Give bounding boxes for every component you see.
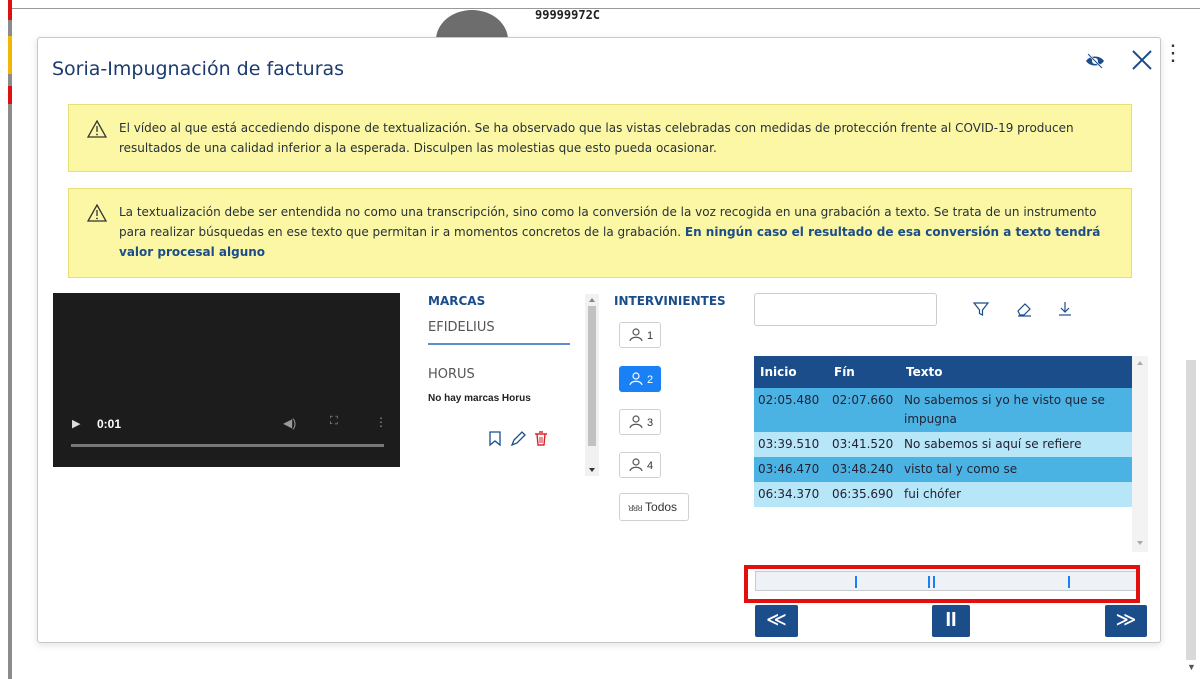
all-speakers-label: Todos bbox=[645, 500, 678, 514]
user-code: 99999972C bbox=[535, 8, 601, 22]
speaker-number: 4 bbox=[647, 460, 654, 472]
marcas-heading: MARCAS bbox=[428, 294, 486, 308]
hide-eye-icon[interactable] bbox=[1084, 50, 1106, 72]
person-icon bbox=[629, 415, 643, 429]
previous-button[interactable]: ≪ bbox=[755, 605, 798, 637]
table-row[interactable]: 02:05.480 02:07.660 No sabemos si yo he … bbox=[754, 388, 1132, 432]
search-input[interactable] bbox=[754, 293, 937, 326]
scroll-down-icon[interactable]: ▼ bbox=[1187, 662, 1196, 672]
download-icon[interactable] bbox=[1056, 300, 1074, 318]
person-icon bbox=[629, 372, 643, 386]
video-time: 0:01 bbox=[97, 417, 122, 431]
cell-end: 06:35.690 bbox=[828, 482, 900, 507]
page-scrollbar[interactable] bbox=[1186, 360, 1196, 660]
cell-text: fui chófer bbox=[900, 482, 1132, 507]
person-icon bbox=[629, 328, 643, 342]
column-header-end: Fín bbox=[834, 365, 855, 379]
background-red-marker-2 bbox=[8, 86, 12, 104]
next-button[interactable]: ≫ bbox=[1105, 605, 1147, 637]
filter-icon[interactable] bbox=[972, 300, 990, 318]
cell-end: 02:07.660 bbox=[828, 388, 900, 432]
table-row[interactable]: 03:39.510 03:41.520 No sabemos si aquí s… bbox=[754, 432, 1132, 457]
background-divider bbox=[12, 8, 1200, 9]
intervinientes-heading: INTERVINIENTES bbox=[614, 294, 726, 308]
speaker-number: 3 bbox=[647, 417, 654, 429]
modal-title: Soria-Impugnación de facturas bbox=[52, 58, 345, 80]
table-header-row: Inicio Fín Texto bbox=[754, 356, 1132, 388]
group-icon: ꓤꓤꓤ bbox=[628, 504, 643, 513]
horus-heading: HORUS bbox=[428, 367, 475, 382]
cell-end: 03:41.520 bbox=[828, 432, 900, 457]
speaker-4-button[interactable]: 4 bbox=[619, 452, 661, 478]
covid-warning-alert: El vídeo al que está accediendo dispone … bbox=[68, 104, 1132, 172]
tab-efidelius-underline bbox=[428, 343, 570, 345]
marcas-scrollbar[interactable] bbox=[585, 294, 599, 476]
cell-text: No sabemos si aquí se refiere bbox=[900, 432, 1132, 457]
transcript-table: Inicio Fín Texto 02:05.480 02:07.660 No … bbox=[754, 356, 1132, 507]
no-marks-text: No hay marcas Horus bbox=[428, 393, 531, 404]
table-row[interactable]: 03:46.470 03:48.240 visto tal y como se bbox=[754, 457, 1132, 482]
table-row[interactable]: 06:34.370 06:35.690 fui chófer bbox=[754, 482, 1132, 507]
covid-warning-text: El vídeo al que está accediendo dispone … bbox=[119, 121, 1074, 155]
cell-start: 03:46.470 bbox=[754, 457, 828, 482]
cell-text: visto tal y como se bbox=[900, 457, 1132, 482]
kebab-menu-icon[interactable]: ⋮ bbox=[1162, 42, 1184, 64]
volume-icon[interactable]: ◀) bbox=[283, 416, 296, 430]
video-player[interactable]: ▶ 0:01 ◀) ⛶ ⋮ bbox=[53, 293, 400, 467]
cell-start: 06:34.370 bbox=[754, 482, 828, 507]
edit-pencil-icon[interactable] bbox=[510, 431, 526, 447]
fullscreen-icon[interactable]: ⛶ bbox=[330, 415, 338, 428]
speaker-1-button[interactable]: 1 bbox=[619, 322, 661, 348]
person-icon bbox=[629, 458, 643, 472]
column-header-text: Texto bbox=[906, 365, 943, 379]
eraser-icon[interactable] bbox=[1015, 300, 1033, 318]
more-options-icon[interactable]: ⋮ bbox=[375, 415, 387, 429]
speaker-2-button[interactable]: 2 bbox=[619, 366, 661, 392]
delete-trash-icon[interactable] bbox=[535, 431, 547, 446]
warning-icon bbox=[87, 204, 107, 222]
background-red-marker bbox=[8, 0, 12, 20]
background-yellow-marker bbox=[8, 36, 12, 74]
video-progress-bar[interactable] bbox=[71, 444, 384, 447]
column-header-start: Inicio bbox=[760, 365, 797, 379]
speaker-number: 1 bbox=[647, 330, 654, 342]
transcript-modal: Soria-Impugnación de facturas El vídeo a… bbox=[37, 37, 1161, 643]
all-speakers-button[interactable]: ꓤꓤꓤ Todos bbox=[619, 493, 689, 521]
close-icon[interactable] bbox=[1128, 46, 1156, 74]
mark-actions bbox=[489, 431, 547, 447]
cell-start: 03:39.510 bbox=[754, 432, 828, 457]
play-icon[interactable]: ▶ bbox=[72, 417, 80, 430]
speaker-number: 2 bbox=[647, 374, 654, 386]
timeline-highlight-box bbox=[744, 565, 1140, 603]
transcript-scrollbar[interactable] bbox=[1132, 356, 1148, 552]
cell-text: No sabemos si yo he visto que se impugna bbox=[900, 388, 1132, 432]
speaker-3-button[interactable]: 3 bbox=[619, 409, 661, 435]
warning-icon bbox=[87, 120, 107, 138]
cell-end: 03:48.240 bbox=[828, 457, 900, 482]
bookmark-icon[interactable] bbox=[489, 431, 501, 447]
cell-start: 02:05.480 bbox=[754, 388, 828, 432]
pause-button[interactable]: II bbox=[932, 605, 970, 637]
textualization-warning-alert: La textualización debe ser entendida no … bbox=[68, 188, 1132, 278]
tab-efidelius[interactable]: EFIDELIUS bbox=[428, 320, 495, 335]
